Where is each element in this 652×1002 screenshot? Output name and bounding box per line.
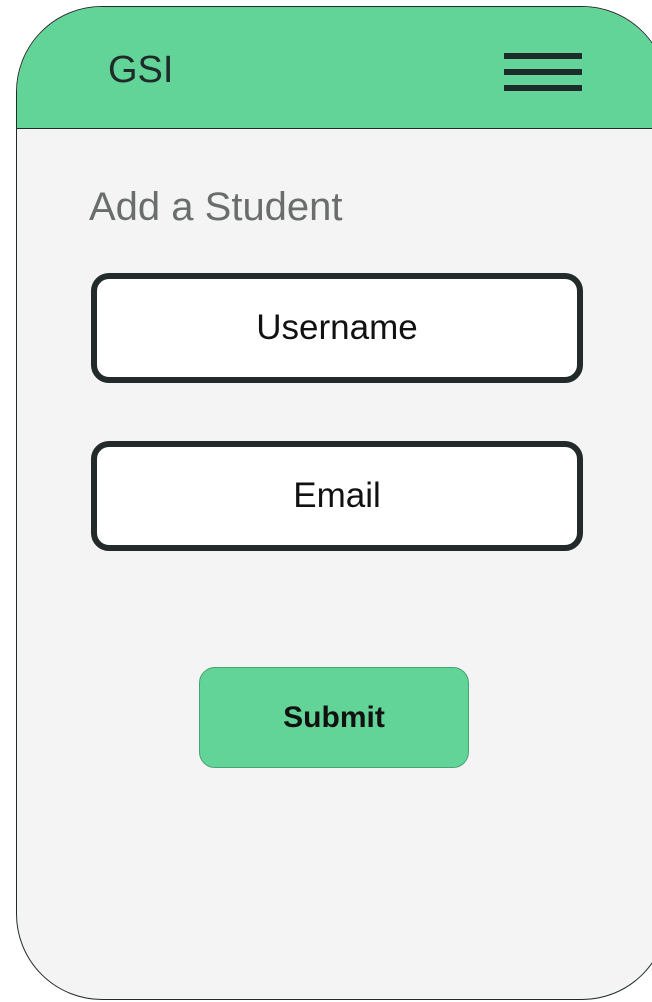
email-input[interactable]	[91, 441, 583, 551]
username-input[interactable]	[91, 273, 583, 383]
app-header: GSI	[17, 7, 652, 129]
submit-button[interactable]: Submit	[199, 667, 469, 768]
menu-bar-bottom	[504, 85, 582, 91]
app-brand: GSI	[108, 49, 174, 91]
phone-frame: GSI Add a Student Submit	[16, 6, 652, 1000]
menu-bar-middle	[504, 69, 582, 75]
hamburger-menu-icon[interactable]	[504, 53, 582, 97]
menu-bar-top	[504, 53, 582, 59]
page-title: Add a Student	[89, 185, 343, 229]
